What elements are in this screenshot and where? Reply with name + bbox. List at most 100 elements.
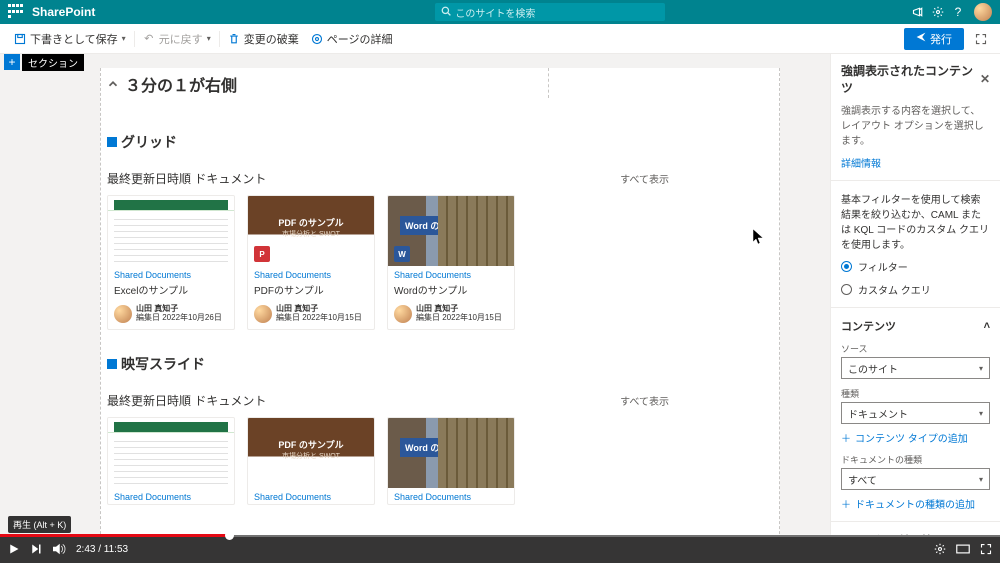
card-thumbnail: PDF のサンプル 市場分析と SWOT	[248, 418, 374, 488]
panel-title: 強調表示されたコンテンツ	[841, 62, 980, 96]
video-seek-track[interactable]	[0, 534, 1000, 537]
document-card[interactable]: X Shared Documents	[107, 417, 235, 505]
label-type: 種類	[841, 387, 990, 400]
collapse-section-icon[interactable]	[101, 72, 125, 96]
radio-filter-label: フィルター	[858, 259, 908, 274]
chevron-down-icon: ▾	[979, 364, 983, 373]
section-tag: セクション	[22, 54, 84, 71]
list-title: 最終更新日時順 ドキュメント	[107, 170, 266, 187]
undo-button[interactable]: ↶ 元に戻す ▾	[137, 27, 217, 51]
square-bullet-icon	[107, 359, 117, 369]
document-card[interactable]: PDF のサンプル 市場分析と SWOT Shared Documents	[247, 417, 375, 505]
detail-info-link[interactable]: 詳細情報	[841, 155, 990, 170]
card-title: Wordのサンプル	[388, 282, 514, 303]
word-icon: W	[394, 246, 410, 262]
select-source[interactable]: このサイト ▾	[841, 357, 990, 379]
author-avatar	[114, 305, 132, 323]
plus-icon: ＋	[841, 496, 851, 511]
discard-button[interactable]: 変更の破棄	[222, 27, 305, 51]
radio-filter[interactable]: フィルター	[841, 259, 990, 274]
radio-custom-label: カスタム クエリ	[858, 282, 931, 297]
radio-icon	[841, 261, 852, 272]
megaphone-icon[interactable]	[908, 2, 928, 22]
thumbnail-title: PDF のサンプル	[248, 438, 374, 451]
author-avatar	[394, 305, 412, 323]
section-title: ３分の１が右側	[125, 72, 237, 96]
add-content-type-link[interactable]: ＋ コンテンツ タイプの追加	[841, 430, 990, 445]
document-card[interactable]: X Shared Documents Excelのサンプル 山田 真知子 編集日…	[107, 195, 235, 330]
theater-mode-icon[interactable]	[956, 544, 970, 554]
column-divider	[548, 68, 549, 98]
settings-icon[interactable]	[928, 2, 948, 22]
command-bar: 下書きとして保存 ▾ ↶ 元に戻す ▾ 変更の破棄 ページの詳細 発行	[0, 24, 1000, 54]
fullscreen-icon[interactable]	[970, 28, 992, 50]
heading-grid: グリッド	[107, 108, 779, 156]
add-section-button[interactable]: +	[4, 54, 20, 70]
excel-icon: X	[114, 468, 130, 484]
publish-label: 発行	[930, 31, 952, 47]
card-library: Shared Documents	[388, 266, 514, 282]
play-button[interactable]	[8, 543, 20, 555]
radio-custom-query[interactable]: カスタム クエリ	[841, 282, 990, 297]
save-icon	[14, 33, 26, 45]
see-all-link[interactable]: すべて表示	[620, 393, 669, 408]
card-title: PDFのサンプル	[248, 282, 374, 303]
search-icon	[441, 6, 451, 19]
excel-icon: X	[114, 246, 130, 262]
card-library: Shared Documents	[108, 488, 234, 504]
gear-icon	[311, 33, 323, 45]
search-box[interactable]: このサイトを検索	[435, 3, 665, 21]
heading-grid-label: グリッド	[121, 132, 177, 152]
play-tooltip: 再生 (Alt + K)	[8, 516, 71, 533]
see-all-link[interactable]: すべて表示	[620, 171, 669, 186]
radio-icon	[841, 284, 852, 295]
close-icon[interactable]: ✕	[980, 72, 990, 86]
property-panel: 強調表示されたコンテンツ ✕ 強調表示する内容を選択して、レイアウト オプション…	[830, 54, 1000, 535]
heading-slide: 映写スライド	[107, 330, 779, 378]
thumbnail-subtitle: 市場分析と SWOT	[248, 451, 374, 461]
document-card[interactable]: Word のサンプル W Shared Documents Wordのサンプル …	[387, 195, 515, 330]
chevron-down-icon: ▾	[122, 34, 126, 43]
volume-button[interactable]	[52, 543, 66, 555]
trash-icon	[228, 33, 240, 45]
settings-icon[interactable]	[934, 543, 946, 555]
discard-label: 変更の破棄	[244, 31, 299, 47]
undo-label: 元に戻す	[159, 31, 203, 47]
help-icon[interactable]: ?	[948, 2, 968, 22]
panel-description: 強調表示する内容を選択して、レイアウト オプションを選択します。	[841, 102, 990, 147]
add-doctype-link[interactable]: ＋ ドキュメントの種類の追加	[841, 496, 990, 511]
card-row: X Shared Documents Excelのサンプル 山田 真知子 編集日…	[107, 195, 779, 330]
select-type-value: ドキュメント	[848, 406, 908, 421]
suite-header: SharePoint このサイトを検索 ?	[0, 0, 1000, 24]
video-time: 2:43 / 11:53	[76, 544, 128, 555]
heading-slide-label: 映写スライド	[121, 354, 205, 374]
thumbnail-title: Word のサンプル	[400, 216, 480, 235]
card-thumbnail: Word のサンプル W	[388, 196, 514, 266]
card-library: Shared Documents	[248, 488, 374, 504]
select-doctype[interactable]: すべて ▾	[841, 468, 990, 490]
filter-hint: 基本フィルターを使用して検索結果を絞り込むか、CAML または KQL コードの…	[841, 191, 990, 251]
brand-label: SharePoint	[32, 5, 95, 19]
undo-icon: ↶	[143, 33, 155, 45]
square-bullet-icon	[107, 137, 117, 147]
search-placeholder: このサイトを検索	[455, 5, 535, 20]
document-card[interactable]: Word のサンプル Shared Documents	[387, 417, 515, 505]
page-details-label: ページの詳細	[327, 31, 393, 47]
accordion-content[interactable]: コンテンツ ˄	[841, 318, 990, 334]
author-avatar	[254, 305, 272, 323]
page-details-button[interactable]: ページの詳細	[305, 27, 399, 51]
label-source: ソース	[841, 342, 990, 355]
select-type[interactable]: ドキュメント ▾	[841, 402, 990, 424]
user-avatar[interactable]	[974, 3, 992, 21]
card-thumbnail: Word のサンプル	[388, 418, 514, 488]
publish-button[interactable]: 発行	[904, 28, 964, 50]
fullscreen-icon[interactable]	[980, 543, 992, 555]
card-row: X Shared Documents PDF のサンプル 市場分析と SWOT …	[107, 417, 779, 505]
next-button[interactable]	[30, 543, 42, 555]
save-draft-button[interactable]: 下書きとして保存 ▾	[8, 27, 132, 51]
page-canvas: ３分の１が右側 グリッド 最終更新日時順 ドキュメント すべて表示 X	[100, 68, 780, 535]
app-launcher-icon[interactable]	[8, 4, 24, 20]
edit-date: 編集日 2022年10月15日	[416, 314, 502, 323]
send-icon	[916, 32, 926, 45]
document-card[interactable]: PDF のサンプル 市場分析と SWOT P Shared Documents …	[247, 195, 375, 330]
